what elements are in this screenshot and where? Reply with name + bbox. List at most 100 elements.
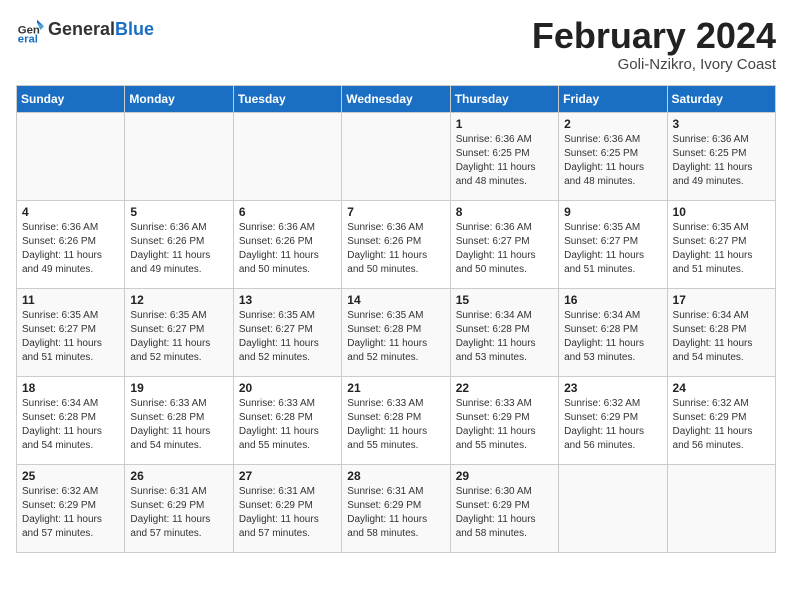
day-info: Sunrise: 6:36 AM Sunset: 6:26 PM Dayligh…	[130, 221, 227, 277]
day-header-friday: Friday	[559, 85, 667, 112]
day-info: Sunrise: 6:35 AM Sunset: 6:27 PM Dayligh…	[239, 309, 336, 365]
calendar-cell: 11 Sunrise: 6:35 AM Sunset: 6:27 PM Dayli…	[17, 288, 125, 376]
calendar-cell: 12 Sunrise: 6:35 AM Sunset: 6:27 PM Dayli…	[125, 288, 233, 376]
day-number: 8	[456, 205, 553, 219]
day-info: Sunrise: 6:34 AM Sunset: 6:28 PM Dayligh…	[673, 309, 770, 365]
calendar-cell	[125, 112, 233, 200]
day-number: 26	[130, 469, 227, 483]
day-number: 16	[564, 293, 661, 307]
calendar-cell	[342, 112, 450, 200]
calendar-cell: 28Sunrise: 6:31 AM Sunset: 6:29 PM Dayli…	[342, 464, 450, 552]
day-info: Sunrise: 6:36 AM Sunset: 6:25 PM Dayligh…	[564, 133, 661, 189]
calendar-cell	[559, 464, 667, 552]
logo: Gen eral GeneralBlue	[16, 16, 154, 44]
calendar-cell: 18Sunrise: 6:34 AM Sunset: 6:28 PM Dayli…	[17, 376, 125, 464]
day-number: 25	[22, 469, 119, 483]
day-info: Sunrise: 6:31 AM Sunset: 6:29 PM Dayligh…	[130, 485, 227, 541]
calendar-week-5: 25 Sunrise: 6:32 AM Sunset: 6:29 PM Dayli…	[17, 464, 776, 552]
day-number: 4	[22, 205, 119, 219]
day-number: 3	[673, 117, 770, 131]
day-number: 12	[130, 293, 227, 307]
day-number: 20	[239, 381, 336, 395]
day-info: Sunrise: 6:35 AM Sunset: 6:27 PM Dayligh…	[22, 309, 119, 365]
day-info: Sunrise: 6:30 AM Sunset: 6:29 PM Dayligh…	[456, 485, 553, 541]
calendar-cell	[233, 112, 341, 200]
calendar-cell: 21Sunrise: 6:33 AM Sunset: 6:28 PM Dayli…	[342, 376, 450, 464]
day-info: Sunrise: 6:35 AM Sunset: 6:27 PM Dayligh…	[130, 309, 227, 365]
day-number: 2	[564, 117, 661, 131]
day-number: 11	[22, 293, 119, 307]
day-info: Sunrise: 6:32 AM Sunset: 6:29 PM Dayligh…	[673, 397, 770, 453]
calendar-cell: 20 Sunrise: 6:33 AM Sunset: 6:28 PM Dayli…	[233, 376, 341, 464]
calendar-cell: 27 Sunrise: 6:31 AM Sunset: 6:29 PM Dayli…	[233, 464, 341, 552]
day-info: Sunrise: 6:36 AM Sunset: 6:25 PM Dayligh…	[456, 133, 553, 189]
day-info: Sunrise: 6:31 AM Sunset: 6:29 PM Dayligh…	[239, 485, 336, 541]
day-info: Sunrise: 6:33 AM Sunset: 6:29 PM Dayligh…	[456, 397, 553, 453]
day-number: 14	[347, 293, 444, 307]
calendar-week-4: 18Sunrise: 6:34 AM Sunset: 6:28 PM Dayli…	[17, 376, 776, 464]
day-info: Sunrise: 6:33 AM Sunset: 6:28 PM Dayligh…	[347, 397, 444, 453]
day-info: Sunrise: 6:32 AM Sunset: 6:29 PM Dayligh…	[22, 485, 119, 541]
day-number: 17	[673, 293, 770, 307]
calendar-cell: 24 Sunrise: 6:32 AM Sunset: 6:29 PM Dayli…	[667, 376, 775, 464]
calendar-cell: 17 Sunrise: 6:34 AM Sunset: 6:28 PM Dayli…	[667, 288, 775, 376]
day-header-tuesday: Tuesday	[233, 85, 341, 112]
calendar-cell: 15 Sunrise: 6:34 AM Sunset: 6:28 PM Dayli…	[450, 288, 558, 376]
day-info: Sunrise: 6:35 AM Sunset: 6:27 PM Dayligh…	[564, 221, 661, 277]
calendar-cell: 23Sunrise: 6:32 AM Sunset: 6:29 PM Dayli…	[559, 376, 667, 464]
calendar-cell: 6 Sunrise: 6:36 AM Sunset: 6:26 PM Daylig…	[233, 200, 341, 288]
calendar-cell: 7 Sunrise: 6:36 AM Sunset: 6:26 PM Daylig…	[342, 200, 450, 288]
calendar-cell: 10 Sunrise: 6:35 AM Sunset: 6:27 PM Dayli…	[667, 200, 775, 288]
day-info: Sunrise: 6:34 AM Sunset: 6:28 PM Dayligh…	[456, 309, 553, 365]
calendar-cell: 9 Sunrise: 6:35 AM Sunset: 6:27 PM Daylig…	[559, 200, 667, 288]
title-block: February 2024 Goli-Nzikro, Ivory Coast	[532, 16, 776, 73]
day-info: Sunrise: 6:34 AM Sunset: 6:28 PM Dayligh…	[22, 397, 119, 453]
calendar-cell: 29 Sunrise: 6:30 AM Sunset: 6:29 PM Dayli…	[450, 464, 558, 552]
day-number: 24	[673, 381, 770, 395]
day-info: Sunrise: 6:35 AM Sunset: 6:28 PM Dayligh…	[347, 309, 444, 365]
day-header-thursday: Thursday	[450, 85, 558, 112]
day-number: 10	[673, 205, 770, 219]
calendar-cell: 1 Sunrise: 6:36 AM Sunset: 6:25 PM Daylig…	[450, 112, 558, 200]
logo-icon: Gen eral	[16, 16, 44, 44]
day-header-sunday: Sunday	[17, 85, 125, 112]
day-info: Sunrise: 6:36 AM Sunset: 6:27 PM Dayligh…	[456, 221, 553, 277]
day-header-wednesday: Wednesday	[342, 85, 450, 112]
location-subtitle: Goli-Nzikro, Ivory Coast	[532, 56, 776, 73]
day-number: 22	[456, 381, 553, 395]
calendar-cell: 2 Sunrise: 6:36 AM Sunset: 6:25 PM Daylig…	[559, 112, 667, 200]
day-number: 1	[456, 117, 553, 131]
day-info: Sunrise: 6:36 AM Sunset: 6:25 PM Dayligh…	[673, 133, 770, 189]
calendar-cell: 3 Sunrise: 6:36 AM Sunset: 6:25 PM Daylig…	[667, 112, 775, 200]
day-info: Sunrise: 6:31 AM Sunset: 6:29 PM Dayligh…	[347, 485, 444, 541]
calendar-cell: 13 Sunrise: 6:35 AM Sunset: 6:27 PM Dayli…	[233, 288, 341, 376]
day-info: Sunrise: 6:36 AM Sunset: 6:26 PM Dayligh…	[347, 221, 444, 277]
calendar-cell: 14 Sunrise: 6:35 AM Sunset: 6:28 PM Dayli…	[342, 288, 450, 376]
day-info: Sunrise: 6:36 AM Sunset: 6:26 PM Dayligh…	[239, 221, 336, 277]
day-number: 6	[239, 205, 336, 219]
day-number: 29	[456, 469, 553, 483]
calendar-cell: 25 Sunrise: 6:32 AM Sunset: 6:29 PM Dayli…	[17, 464, 125, 552]
calendar-week-3: 11 Sunrise: 6:35 AM Sunset: 6:27 PM Dayli…	[17, 288, 776, 376]
day-number: 15	[456, 293, 553, 307]
logo-general-text: General	[48, 19, 115, 39]
day-number: 13	[239, 293, 336, 307]
day-number: 9	[564, 205, 661, 219]
month-title: February 2024	[532, 16, 776, 56]
day-number: 5	[130, 205, 227, 219]
day-info: Sunrise: 6:36 AM Sunset: 6:26 PM Dayligh…	[22, 221, 119, 277]
day-info: Sunrise: 6:35 AM Sunset: 6:27 PM Dayligh…	[673, 221, 770, 277]
calendar-cell: 16 Sunrise: 6:34 AM Sunset: 6:28 PM Dayli…	[559, 288, 667, 376]
calendar-cell	[667, 464, 775, 552]
calendar-week-1: 1 Sunrise: 6:36 AM Sunset: 6:25 PM Daylig…	[17, 112, 776, 200]
day-number: 7	[347, 205, 444, 219]
calendar-cell: 19Sunrise: 6:33 AM Sunset: 6:28 PM Dayli…	[125, 376, 233, 464]
calendar-cell: 26 Sunrise: 6:31 AM Sunset: 6:29 PM Dayli…	[125, 464, 233, 552]
calendar-week-2: 4 Sunrise: 6:36 AM Sunset: 6:26 PM Daylig…	[17, 200, 776, 288]
day-info: Sunrise: 6:34 AM Sunset: 6:28 PM Dayligh…	[564, 309, 661, 365]
day-info: Sunrise: 6:33 AM Sunset: 6:28 PM Dayligh…	[130, 397, 227, 453]
calendar-table: SundayMondayTuesdayWednesdayThursdayFrid…	[16, 85, 776, 553]
day-number: 27	[239, 469, 336, 483]
calendar-cell: 4 Sunrise: 6:36 AM Sunset: 6:26 PM Daylig…	[17, 200, 125, 288]
day-info: Sunrise: 6:33 AM Sunset: 6:28 PM Dayligh…	[239, 397, 336, 453]
